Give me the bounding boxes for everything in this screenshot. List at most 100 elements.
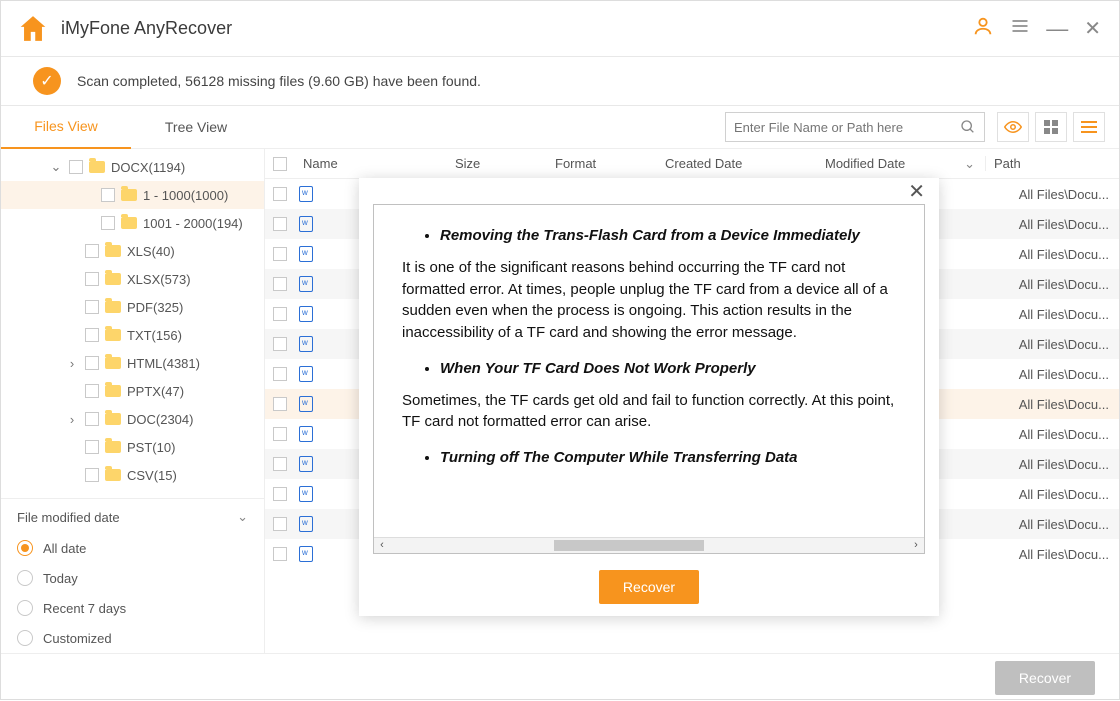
checkbox[interactable]: [101, 216, 115, 230]
select-all-checkbox[interactable]: [273, 157, 287, 171]
checkbox[interactable]: [85, 384, 99, 398]
filter-option-label: All date: [43, 541, 86, 556]
row-checkbox[interactable]: [273, 397, 287, 411]
app-title: iMyFone AnyRecover: [61, 18, 232, 39]
close-icon[interactable]: ✕: [902, 179, 931, 204]
file-icon: [299, 246, 313, 262]
tree-item[interactable]: ›HTML(4381): [1, 349, 264, 377]
radio[interactable]: [17, 540, 33, 556]
grid-view-button[interactable]: [1035, 112, 1067, 142]
home-icon[interactable]: [19, 15, 47, 43]
filter-option[interactable]: Customized: [17, 623, 248, 653]
checkbox[interactable]: [85, 468, 99, 482]
search-input[interactable]: [734, 120, 960, 135]
minimize-icon[interactable]: —: [1046, 25, 1068, 33]
tree-item[interactable]: CSV(15): [1, 461, 264, 489]
radio[interactable]: [17, 600, 33, 616]
checkbox[interactable]: [85, 300, 99, 314]
tree-item[interactable]: ⌄DOCX(1194): [1, 153, 264, 181]
checkbox[interactable]: [85, 272, 99, 286]
row-checkbox[interactable]: [273, 337, 287, 351]
col-name[interactable]: Name: [295, 156, 455, 171]
scroll-thumb[interactable]: [554, 540, 704, 551]
radio[interactable]: [17, 570, 33, 586]
sort-icon[interactable]: ⌄: [964, 156, 975, 172]
file-icon: [299, 276, 313, 292]
titlebar: iMyFone AnyRecover — ✕: [1, 1, 1119, 57]
row-checkbox[interactable]: [273, 277, 287, 291]
folder-tree: ⌄DOCX(1194)1 - 1000(1000)1001 - 2000(194…: [1, 149, 264, 498]
chevron-down-icon: ⌄: [237, 509, 248, 525]
row-checkbox[interactable]: [273, 307, 287, 321]
row-checkbox[interactable]: [273, 367, 287, 381]
list-view-button[interactable]: [1073, 112, 1105, 142]
doc-bullet: When Your TF Card Does Not Work Properly: [440, 358, 898, 380]
search-input-wrap[interactable]: [725, 112, 985, 142]
filter-option[interactable]: All date: [17, 533, 248, 563]
checkbox[interactable]: [101, 188, 115, 202]
tree-label: TXT(156): [127, 328, 182, 343]
col-size[interactable]: Size: [455, 156, 555, 171]
col-format[interactable]: Format: [555, 156, 665, 171]
tree-label: XLSX(573): [127, 272, 191, 287]
tab-files-view[interactable]: Files View: [1, 105, 131, 149]
tab-tree-view[interactable]: Tree View: [131, 105, 261, 149]
doc-bullet: Removing the Trans-Flash Card from a Dev…: [440, 225, 898, 247]
col-path[interactable]: Path: [985, 156, 1119, 171]
filter-option[interactable]: Today: [17, 563, 248, 593]
profile-icon[interactable]: [972, 15, 994, 42]
filter-option[interactable]: Recent 7 days: [17, 593, 248, 623]
horizontal-scrollbar[interactable]: ‹ ›: [374, 537, 924, 553]
col-created[interactable]: Created Date: [665, 156, 825, 171]
checkbox[interactable]: [85, 412, 99, 426]
folder-icon: [105, 301, 121, 313]
tree-label: XLS(40): [127, 244, 175, 259]
row-checkbox[interactable]: [273, 487, 287, 501]
folder-icon: [121, 217, 137, 229]
row-checkbox[interactable]: [273, 547, 287, 561]
file-icon: [299, 426, 313, 442]
search-icon[interactable]: [960, 119, 976, 135]
sidebar: ⌄DOCX(1194)1 - 1000(1000)1001 - 2000(194…: [1, 149, 265, 653]
filter-option-label: Today: [43, 571, 78, 586]
tree-item[interactable]: ›DOC(2304): [1, 405, 264, 433]
status-text: Scan completed, 56128 missing files (9.6…: [77, 73, 481, 89]
row-checkbox[interactable]: [273, 187, 287, 201]
checkbox[interactable]: [85, 440, 99, 454]
radio[interactable]: [17, 630, 33, 646]
filter-header[interactable]: File modified date ⌄: [17, 509, 248, 525]
checkbox[interactable]: [85, 244, 99, 258]
chevron-icon[interactable]: ⌄: [49, 159, 63, 175]
checkbox[interactable]: [85, 328, 99, 342]
checkbox[interactable]: [69, 160, 83, 174]
scroll-left-icon[interactable]: ‹: [374, 538, 390, 554]
checkbox[interactable]: [85, 356, 99, 370]
tree-item[interactable]: PPTX(47): [1, 377, 264, 405]
row-checkbox[interactable]: [273, 217, 287, 231]
row-checkbox[interactable]: [273, 247, 287, 261]
scroll-right-icon[interactable]: ›: [908, 538, 924, 554]
row-checkbox[interactable]: [273, 427, 287, 441]
tree-item[interactable]: PDF(325): [1, 293, 264, 321]
col-modified[interactable]: Modified Date⌄: [825, 156, 985, 172]
recover-button[interactable]: Recover: [599, 570, 699, 604]
row-checkbox[interactable]: [273, 517, 287, 531]
file-icon: [299, 456, 313, 472]
folder-icon: [89, 161, 105, 173]
chevron-icon[interactable]: ›: [65, 412, 79, 427]
tree-item[interactable]: XLSX(573): [1, 265, 264, 293]
filter-title: File modified date: [17, 510, 120, 525]
preview-toggle-button[interactable]: [997, 112, 1029, 142]
chevron-icon[interactable]: ›: [65, 356, 79, 371]
close-icon[interactable]: ✕: [1084, 16, 1101, 41]
folder-icon: [105, 441, 121, 453]
folder-icon: [105, 357, 121, 369]
menu-icon[interactable]: [1010, 16, 1030, 41]
recover-button-disabled: Recover: [995, 661, 1095, 695]
tree-item[interactable]: PST(10): [1, 433, 264, 461]
tree-item[interactable]: XLS(40): [1, 237, 264, 265]
tree-item[interactable]: TXT(156): [1, 321, 264, 349]
tree-item[interactable]: 1 - 1000(1000): [1, 181, 264, 209]
row-checkbox[interactable]: [273, 457, 287, 471]
tree-item[interactable]: 1001 - 2000(194): [1, 209, 264, 237]
